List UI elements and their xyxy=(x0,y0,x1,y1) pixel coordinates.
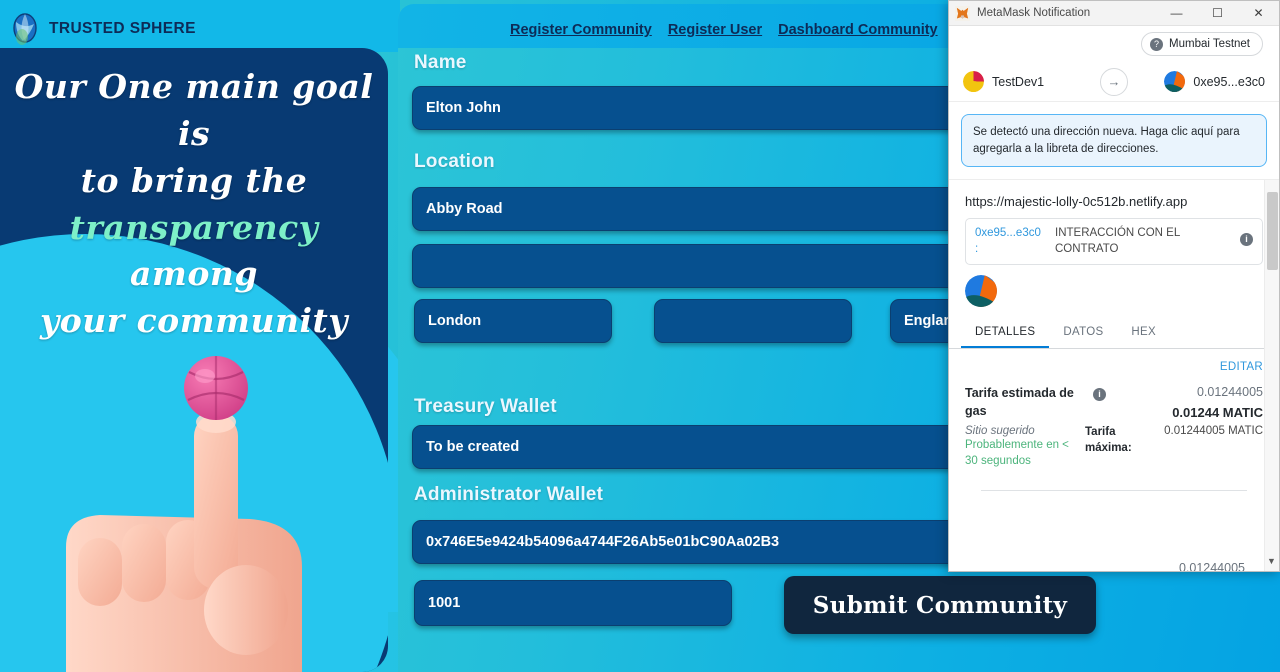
hero-tagline: Our One main goal is to bring the transp… xyxy=(0,64,388,345)
hand-pointing-up-icon xyxy=(66,356,302,672)
to-account[interactable]: 0xe95...e3c0 xyxy=(1164,71,1265,92)
main-navigation: Register Community Register User Dashboa… xyxy=(510,22,998,38)
gas-fee-label: Tarifa estimada de gas xyxy=(965,386,1074,418)
hero-line-3-rest: among xyxy=(130,254,258,294)
metamask-titlebar: MetaMask Notification — ☐ ✕ xyxy=(949,1,1279,26)
contract-interaction-type: INTERACCIÓN CON EL CONTRATO xyxy=(1055,227,1180,255)
gas-fee-secondary-row: Sitio sugerido Probablemente en < 30 seg… xyxy=(965,425,1263,469)
app-root: Our One main goal is to bring the transp… xyxy=(0,0,1280,672)
to-account-avatar xyxy=(1164,71,1186,92)
close-button[interactable]: ✕ xyxy=(1238,1,1279,26)
network-row: ? Mumbai Testnet xyxy=(949,26,1279,62)
hero-line-2: to bring the xyxy=(80,160,308,200)
hero-accent-word: transparency xyxy=(69,207,319,247)
gas-suggestion-block: Sitio sugerido Probablemente en < 30 seg… xyxy=(965,425,1077,469)
contract-interaction-box: 0xe95...e3c0 : INTERACCIÓN CON EL CONTRA… xyxy=(965,218,1263,266)
section-divider xyxy=(981,489,1247,491)
metamask-notification-window: MetaMask Notification — ☐ ✕ ? Mumbai Tes… xyxy=(948,0,1280,572)
brand-logo[interactable]: TRUSTED SPHERE xyxy=(10,12,196,46)
community-code-input[interactable] xyxy=(414,580,732,626)
alert-zone: Se detectó una dirección nueva. Haga cli… xyxy=(949,102,1279,180)
transaction-details-scroll-area[interactable]: https://majestic-lolly-0c512b.netlify.ap… xyxy=(949,179,1279,571)
brand-name: TRUSTED SPHERE xyxy=(49,20,196,37)
hero-line-3: transparency among xyxy=(0,205,388,299)
city-input[interactable] xyxy=(414,299,612,343)
nav-link-register-community[interactable]: Register Community xyxy=(510,22,652,38)
tab-hex[interactable]: HEX xyxy=(1117,317,1170,348)
detail-tabs: DETALLES DATOS HEX xyxy=(949,317,1279,350)
contract-address[interactable]: 0xe95...e3c0 : xyxy=(975,226,1047,257)
minimize-button[interactable]: — xyxy=(1156,1,1197,26)
nav-link-dashboard-community[interactable]: Dashboard Community xyxy=(778,22,938,38)
globe-sphere-icon xyxy=(10,13,40,45)
metamask-fox-icon xyxy=(955,5,970,21)
gas-info-icon[interactable]: i xyxy=(1093,388,1106,402)
hero-line-1: Our One main goal is xyxy=(14,67,374,153)
origin-url: https://majestic-lolly-0c512b.netlify.ap… xyxy=(965,194,1188,210)
gas-fee-primary-row: Tarifa estimada de gas i 0.01244005 0.01… xyxy=(965,385,1263,420)
arrow-right-icon: → xyxy=(1100,67,1128,96)
treasury-wallet-label: Treasury Wallet xyxy=(414,396,557,417)
account-transfer-row: TestDev1 → 0xe95...e3c0 xyxy=(949,62,1279,102)
region-input[interactable] xyxy=(654,299,852,343)
maximize-button[interactable]: ☐ xyxy=(1197,1,1238,26)
window-controls: — ☐ ✕ xyxy=(1156,1,1279,26)
gas-suggested-by: Sitio sugerido xyxy=(965,425,1035,438)
question-mark-icon: ? xyxy=(1150,37,1164,51)
from-account-avatar xyxy=(963,71,984,92)
hand-pointing-illustration xyxy=(56,342,336,672)
metamask-window-title: MetaMask Notification xyxy=(977,7,1091,19)
max-fee-label: Tarifa máxima: xyxy=(1085,426,1132,454)
from-account[interactable]: TestDev1 xyxy=(963,71,1044,92)
submit-community-button[interactable]: Submit Community xyxy=(784,576,1096,634)
nav-link-register-user[interactable]: Register User xyxy=(668,22,762,38)
max-fee-value: 0.01244005 MATIC xyxy=(1164,425,1263,438)
to-account-address: 0xe95...e3c0 xyxy=(1193,74,1265,89)
from-account-name: TestDev1 xyxy=(992,74,1045,89)
details-scrollbar[interactable]: ▼ xyxy=(1264,180,1279,571)
gas-fee-amount: 0.01244 MATIC xyxy=(1172,405,1263,421)
gas-speed-estimate: Probablemente en < 30 segundos xyxy=(965,439,1069,468)
location-label: Location xyxy=(414,151,495,172)
gas-fee-fiat: 0.01244005 xyxy=(1196,385,1263,400)
edit-gas-link[interactable]: EDITAR xyxy=(949,349,1279,377)
info-icon[interactable]: i xyxy=(1240,233,1253,247)
administrator-wallet-label: Administrator Wallet xyxy=(414,484,604,505)
name-label: Name xyxy=(414,52,467,73)
gas-fee-values: 0.01244005 0.01244 MATIC xyxy=(1172,385,1263,420)
gas-fee-section: Tarifa estimada de gas i 0.01244005 0.01… xyxy=(949,377,1279,491)
network-name: Mumbai Testnet xyxy=(1169,38,1250,50)
contract-avatar xyxy=(965,275,997,308)
scrollbar-thumb[interactable] xyxy=(1267,192,1278,271)
hero-line-4: your community xyxy=(40,301,348,341)
chevron-down-icon[interactable]: ▼ xyxy=(1265,556,1278,566)
tab-detalles[interactable]: DETALLES xyxy=(961,317,1050,349)
total-amount-partial: 0.01244005 xyxy=(1178,561,1245,571)
network-selector[interactable]: ? Mumbai Testnet xyxy=(1141,32,1263,56)
tab-datos[interactable]: DATOS xyxy=(1049,317,1117,348)
new-address-alert[interactable]: Se detectó una dirección nueva. Haga cli… xyxy=(961,114,1267,168)
